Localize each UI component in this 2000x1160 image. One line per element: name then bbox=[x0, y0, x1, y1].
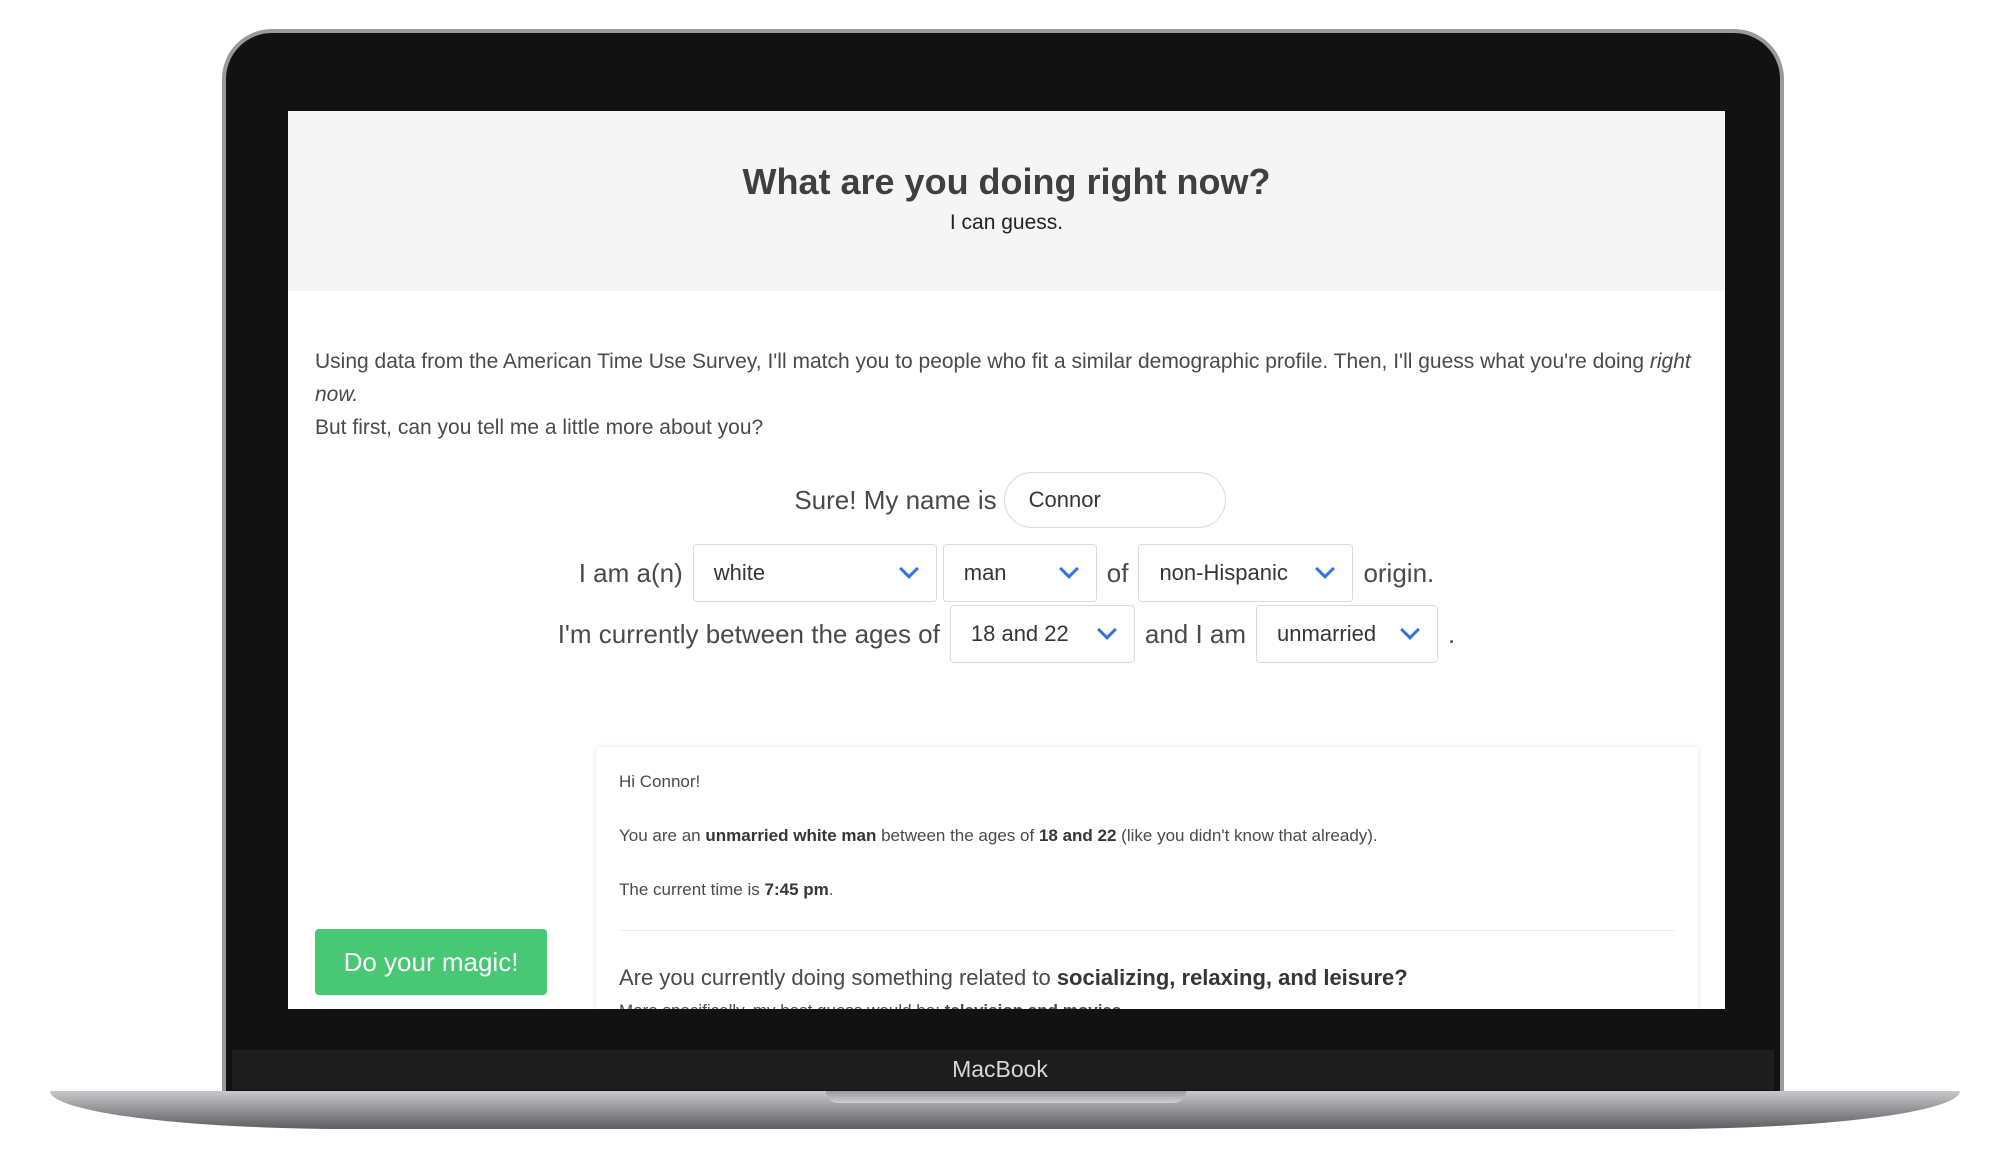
race-select[interactable]: white bbox=[692, 544, 937, 602]
hero-section: What are you doing right now? I can gues… bbox=[288, 111, 1725, 291]
chevron-down-icon bbox=[898, 559, 919, 579]
chevron-down-icon bbox=[1096, 620, 1117, 640]
gender-select-value: man bbox=[963, 560, 1007, 585]
race-select-value: white bbox=[713, 560, 766, 585]
specific-guess-line: More specifically, my best guess would b… bbox=[619, 1001, 1121, 1009]
page-subtitle: I can guess. bbox=[949, 211, 1064, 234]
age-label: I'm currently between the ages of bbox=[557, 618, 940, 649]
age-select-value: 18 and 22 bbox=[970, 621, 1069, 646]
current-time: The current time is 7:45 pm. bbox=[619, 880, 834, 899]
name-row: Sure! My name is bbox=[288, 472, 1725, 528]
greeting-text: Hi Connor! bbox=[619, 772, 701, 791]
origin-select-value: non-Hispanic bbox=[1159, 560, 1288, 585]
chevron-down-icon bbox=[1315, 559, 1336, 579]
chevron-down-icon bbox=[1058, 559, 1079, 579]
profile-summary: You are an unmarried white man between t… bbox=[619, 826, 1378, 845]
iam-label: I am a(n) bbox=[578, 557, 683, 588]
laptop-notch bbox=[826, 1091, 1186, 1103]
of-label: of bbox=[1106, 557, 1129, 588]
period-text: . bbox=[1448, 618, 1456, 649]
do-magic-button[interactable]: Do your magic! bbox=[315, 929, 547, 995]
intro-line2: But first, can you tell me a little more… bbox=[315, 416, 764, 439]
marital-select[interactable]: unmarried bbox=[1256, 605, 1439, 663]
age-row: I'm currently between the ages of 18 and… bbox=[288, 605, 1725, 663]
origin-select[interactable]: non-Hispanic bbox=[1138, 544, 1354, 602]
marital-label: and I am bbox=[1144, 618, 1247, 649]
intro-text: Using data from the American Time Use Su… bbox=[315, 345, 1705, 444]
brand-label: MacBook bbox=[952, 1056, 1048, 1082]
identity-row: I am a(n) white man of non-Hispanic orig… bbox=[288, 544, 1725, 602]
card-divider bbox=[619, 930, 1675, 931]
origin-label: origin. bbox=[1363, 557, 1435, 588]
intro-line1: Using data from the American Time Use Su… bbox=[315, 350, 1650, 373]
page-title: What are you doing right now? bbox=[742, 161, 1271, 202]
age-select[interactable]: 18 and 22 bbox=[949, 605, 1135, 663]
guess-category-line: Are you currently doing something relate… bbox=[619, 965, 1408, 990]
marital-select-value: unmarried bbox=[1277, 621, 1377, 646]
chevron-down-icon bbox=[1400, 620, 1420, 640]
name-label: Sure! My name is bbox=[794, 484, 997, 515]
gender-select[interactable]: man bbox=[942, 544, 1097, 602]
name-input[interactable] bbox=[1003, 472, 1226, 528]
screen: What are you doing right now? I can gues… bbox=[288, 111, 1725, 1009]
result-card: Hi Connor! You are an unmarried white ma… bbox=[596, 747, 1698, 1009]
